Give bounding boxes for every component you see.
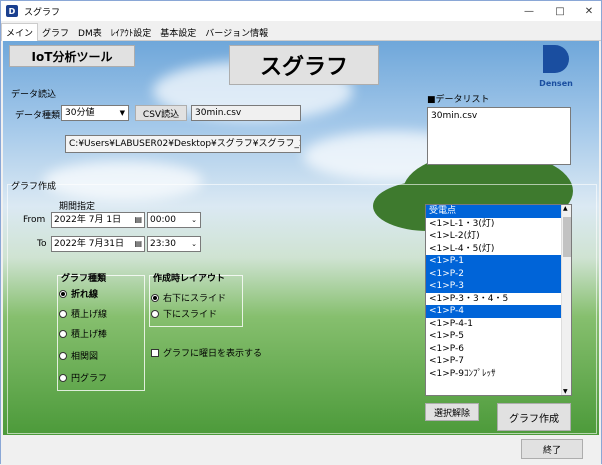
from-time-select[interactable]: 00:00 ⌄ bbox=[147, 212, 201, 228]
maximize-button[interactable]: □ bbox=[546, 1, 574, 21]
series-items: 受電点 <1>L-1・3(灯) <1>L-2(灯) <1>L-4・5(灯) <1>P-1… bbox=[426, 205, 571, 380]
tab-main[interactable]: メイン bbox=[1, 23, 39, 41]
radio-icon bbox=[59, 351, 67, 360]
exit-button[interactable]: 終了 bbox=[521, 439, 583, 459]
radio-label: 積上げ線 bbox=[71, 310, 108, 320]
file-path-field: C:¥Users¥LABUSER02¥Desktop¥スグラフ¥スグラフ_202… bbox=[65, 135, 301, 153]
series-list-item[interactable]: <1>P-4-1 bbox=[426, 318, 571, 331]
tab-basic-settings[interactable]: 基本設定 bbox=[156, 23, 201, 41]
from-date-picker[interactable]: 2022年 7月 1日 ▤ bbox=[51, 212, 145, 228]
series-list-item[interactable]: <1>P-5 bbox=[426, 330, 571, 343]
from-date-value: 2022年 7月 1日 bbox=[54, 215, 122, 225]
csv-load-button[interactable]: CSV読込 bbox=[135, 105, 187, 121]
radio-scatter[interactable]: 相関図 bbox=[59, 349, 98, 362]
radio-label: 円グラフ bbox=[71, 374, 108, 384]
radio-slide-down[interactable]: 下にスライド bbox=[151, 307, 217, 320]
chevron-down-icon: ⌄ bbox=[191, 216, 197, 224]
radio-icon bbox=[151, 309, 159, 318]
from-label: From bbox=[23, 215, 46, 225]
window-title: スグラフ bbox=[24, 7, 61, 18]
calendar-icon: ▤ bbox=[134, 215, 142, 224]
clear-selection-button[interactable]: 選択解除 bbox=[425, 403, 479, 421]
main-panel: IoT分析ツール スグラフ Densen データ読込 データ種類 30分値 ▼ … bbox=[3, 41, 599, 435]
checkbox-icon bbox=[151, 348, 159, 357]
to-time-value: 23:30 bbox=[150, 239, 176, 249]
tab-dm-table[interactable]: DM表 bbox=[74, 23, 107, 41]
series-list-item[interactable]: <1>L-1・3(灯) bbox=[426, 218, 571, 231]
dropdown-arrow-icon: ▼ bbox=[119, 109, 125, 117]
data-list-label: ■データリスト bbox=[427, 95, 490, 105]
radio-stacked-bar[interactable]: 積上げ棒 bbox=[59, 327, 107, 340]
data-type-value: 30分値 bbox=[65, 108, 95, 118]
minimize-button[interactable]: — bbox=[515, 1, 543, 21]
iot-tool-label: IoT分析ツール bbox=[9, 45, 135, 67]
footer-bar: 終了 bbox=[1, 435, 601, 465]
layout-group-label: 作成時レイアウト bbox=[153, 274, 226, 284]
radio-stacked-line[interactable]: 積上げ線 bbox=[59, 307, 107, 320]
to-label: To bbox=[37, 239, 47, 249]
tab-bar: メイン グラフ DM表 ﾚｲｱｳﾄ設定 基本設定 バージョン情報 bbox=[1, 23, 601, 41]
file-name-field: 30min.csv bbox=[191, 105, 301, 121]
series-list-item[interactable]: <1>L-4・5(灯) bbox=[426, 243, 571, 256]
series-list-item[interactable]: <1>P-2 bbox=[426, 267, 571, 280]
radio-label: 下にスライド bbox=[163, 310, 218, 320]
close-button[interactable]: ✕ bbox=[575, 1, 602, 21]
radio-label: 右下にスライド bbox=[163, 294, 227, 304]
series-listbox[interactable]: 受電点 <1>L-1・3(灯) <1>L-2(灯) <1>L-4・5(灯) <1>P-1… bbox=[425, 204, 572, 396]
radio-slide-bottom-right[interactable]: 右下にスライド bbox=[151, 291, 226, 304]
data-type-label: データ種類 bbox=[15, 111, 61, 121]
app-window: D スグラフ — □ ✕ メイン グラフ DM表 ﾚｲｱｳﾄ設定 基本設定 バー… bbox=[0, 0, 602, 465]
radio-label: 相関図 bbox=[71, 352, 99, 362]
scroll-down-icon[interactable]: ▼ bbox=[563, 388, 568, 395]
from-time-value: 00:00 bbox=[150, 215, 176, 225]
data-read-section-label: データ読込 bbox=[11, 90, 57, 100]
radio-label: 積上げ棒 bbox=[71, 330, 108, 340]
radio-pie-chart[interactable]: 円グラフ bbox=[59, 371, 107, 384]
title-bar: D スグラフ — □ ✕ bbox=[1, 1, 601, 21]
scroll-up-icon[interactable]: ▲ bbox=[563, 205, 568, 212]
data-type-select[interactable]: 30分値 ▼ bbox=[61, 105, 129, 121]
radio-label: 折れ線 bbox=[71, 290, 99, 300]
series-list-item[interactable]: <1>P-1 bbox=[426, 255, 571, 268]
chevron-down-icon: ⌄ bbox=[191, 240, 197, 248]
series-list-item[interactable]: <1>P-4 bbox=[426, 305, 571, 318]
create-graph-button[interactable]: グラフ作成 bbox=[497, 403, 571, 431]
radio-icon bbox=[59, 329, 67, 338]
series-list-item[interactable]: <1>P-3・3・4・5 bbox=[426, 293, 571, 306]
tab-version-info[interactable]: バージョン情報 bbox=[201, 23, 273, 41]
series-list-item[interactable]: <1>P-3 bbox=[426, 280, 571, 293]
graph-section-label: グラフ作成 bbox=[11, 182, 57, 192]
series-list-item[interactable]: 受電点 bbox=[426, 205, 571, 218]
app-logo-icon: D bbox=[6, 5, 18, 17]
calendar-icon: ▤ bbox=[134, 239, 142, 248]
checkbox-label: グラフに曜日を表示する bbox=[163, 349, 263, 359]
period-label: 期間指定 bbox=[59, 202, 96, 212]
tab-layout-settings[interactable]: ﾚｲｱｳﾄ設定 bbox=[107, 23, 157, 41]
series-list-item[interactable]: <1>P-7 bbox=[426, 355, 571, 368]
weekday-checkbox[interactable]: グラフに曜日を表示する bbox=[151, 346, 262, 359]
series-list-item[interactable]: <1>L-2(灯) bbox=[426, 230, 571, 243]
to-date-picker[interactable]: 2022年 7月31日 ▤ bbox=[51, 236, 145, 252]
to-time-select[interactable]: 23:30 ⌄ bbox=[147, 236, 201, 252]
series-list-item[interactable]: <1>P-9ｺﾝﾌﾟﾚｯｻ bbox=[426, 368, 571, 381]
to-date-value: 2022年 7月31日 bbox=[54, 239, 124, 249]
logo-text: Densen bbox=[539, 79, 573, 88]
scroll-thumb[interactable] bbox=[563, 217, 571, 257]
radio-selected-icon bbox=[59, 289, 67, 298]
graph-type-label: グラフ種類 bbox=[61, 274, 107, 284]
densen-logo: Densen bbox=[535, 43, 577, 91]
radio-icon bbox=[59, 309, 67, 318]
radio-selected-icon bbox=[151, 293, 159, 302]
data-list-item[interactable]: 30min.csv bbox=[431, 111, 567, 121]
data-list-box[interactable]: 30min.csv bbox=[427, 107, 571, 165]
listbox-scrollbar[interactable]: ▲ ▼ bbox=[561, 205, 571, 395]
app-title-banner: スグラフ bbox=[229, 45, 379, 85]
series-list-item[interactable]: <1>P-6 bbox=[426, 343, 571, 356]
tab-graph[interactable]: グラフ bbox=[38, 23, 74, 41]
radio-icon bbox=[59, 373, 67, 382]
radio-line-chart[interactable]: 折れ線 bbox=[59, 287, 98, 300]
